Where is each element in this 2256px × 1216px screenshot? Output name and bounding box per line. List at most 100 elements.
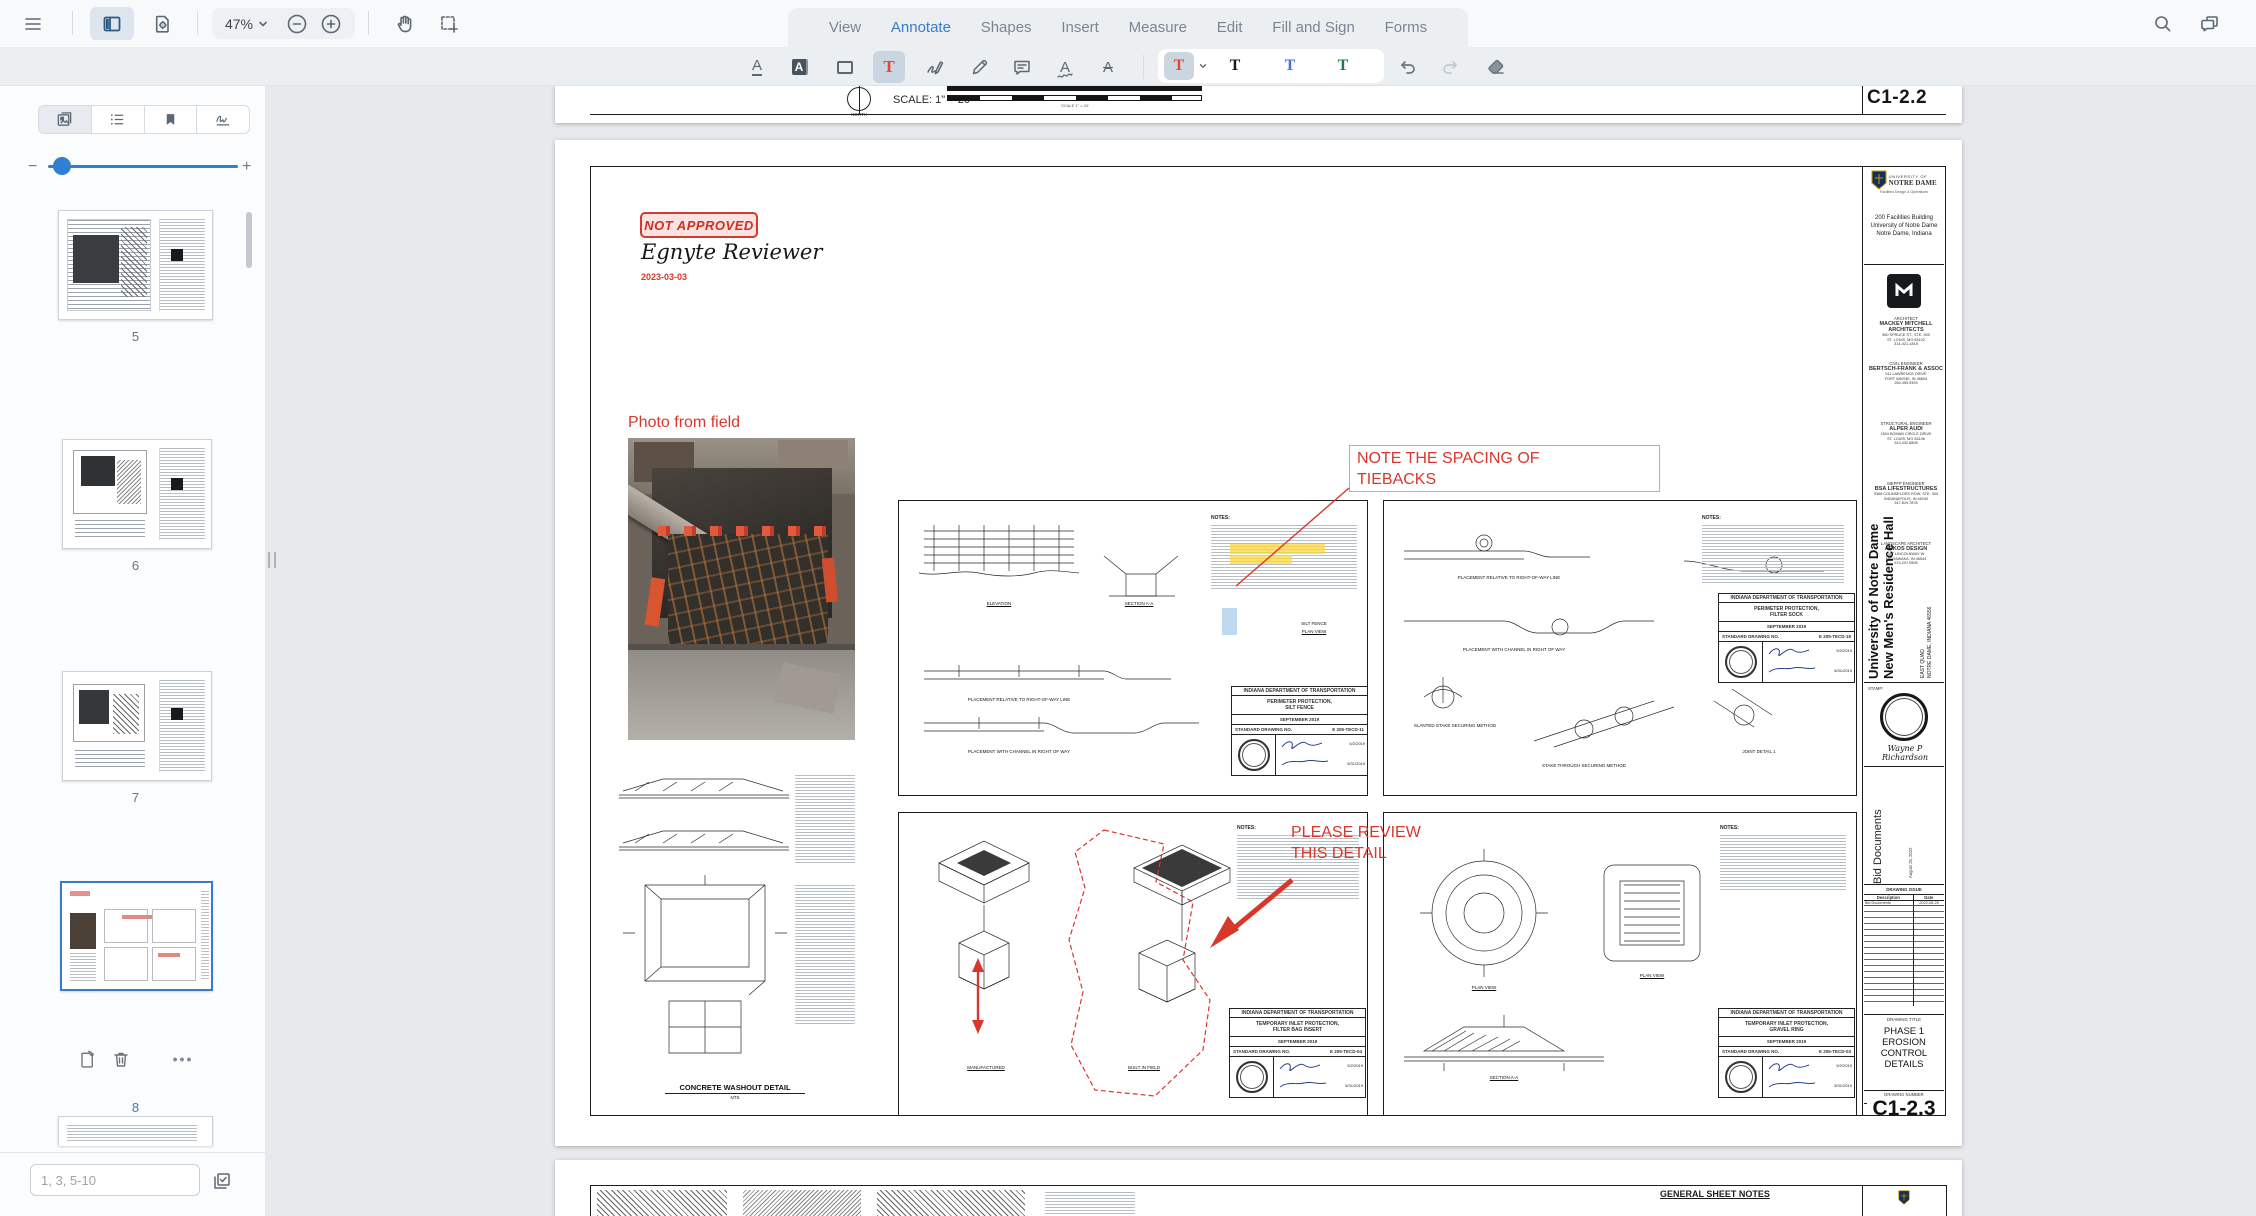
architect-logo — [1864, 274, 1944, 308]
project-title-vertical: University of Notre Dame New Men's Resid… — [1866, 513, 1896, 679]
indot-title-block: INDIANA DEPARTMENT OF TRANSPORTATION PER… — [1718, 593, 1855, 683]
slider-knob[interactable] — [53, 157, 71, 175]
firm-address: 960 SPRUCE ST., STE. 500 ST. LOUIS, MO 6… — [1868, 333, 1944, 347]
text-color-black-icon: T — [1230, 57, 1241, 75]
tab-insert[interactable]: Insert — [1061, 19, 1099, 36]
chevron-down-icon — [1198, 61, 1208, 71]
indot-std-label: STANDARD DRAWING NO. — [1233, 1049, 1290, 1054]
issue-phase-vertical: Bid Documents — [1872, 804, 1884, 884]
thumbnail-page-7[interactable] — [62, 671, 212, 781]
redo-button[interactable] — [1436, 53, 1464, 81]
tab-view[interactable]: View — [829, 19, 861, 36]
select-pages-button[interactable] — [207, 1166, 237, 1196]
sidebar-toggle-button[interactable] — [90, 7, 134, 40]
marquee-select-button[interactable] — [434, 9, 464, 39]
nd-logo-block: UNIVERSITY OF NOTRE DAME Facilities Desi… — [1864, 170, 1944, 194]
scale-bar-heavy — [947, 86, 1202, 91]
tab-outline[interactable] — [92, 106, 145, 133]
undo-button[interactable] — [1394, 53, 1422, 81]
detail-notes-lines — [1045, 1192, 1135, 1214]
tab-annotate[interactable]: Annotate — [891, 19, 951, 36]
marquee-select-icon — [439, 14, 459, 34]
not-approved-stamp[interactable]: NOT APPROVED — [640, 212, 758, 238]
drawing-title-line4: DETAILS — [1864, 1059, 1944, 1070]
firm-name: MACKEY MITCHELL ARCHITECTS — [1868, 321, 1944, 333]
notes-label: NOTES: — [1211, 515, 1230, 521]
free-text-icon: T — [883, 57, 894, 77]
squiggly-underline-tool[interactable]: A — [1051, 53, 1079, 81]
free-text-tool-active[interactable]: T — [873, 51, 905, 83]
menu-button[interactable] — [20, 11, 46, 37]
signature-tool[interactable] — [921, 53, 949, 81]
indot-signatures: 5/2/2019 5/31/2019 — [1276, 735, 1367, 775]
tiebacks-note-annotation[interactable]: NOTE THE SPACING OF TIEBACKS — [1349, 445, 1660, 492]
text-color-red-selected[interactable]: T — [1164, 52, 1194, 80]
firm-address: 511 LAWRENCE DRIVE FORT WAYNE, IN 46804 … — [1868, 372, 1944, 386]
zoom-level-value: 47% — [225, 16, 253, 32]
thumbnail-size-decrease[interactable]: − — [28, 158, 37, 176]
pencil-tool[interactable] — [966, 53, 994, 81]
tiebacks-note-line2: TIEBACKS — [1357, 469, 1652, 490]
tab-measure[interactable]: Measure — [1129, 19, 1187, 36]
comment-tool[interactable] — [1008, 53, 1036, 81]
eraser-button[interactable] — [1482, 53, 1510, 81]
delete-page-button[interactable] — [108, 1046, 134, 1072]
thumbnail-size-increase[interactable]: + — [242, 158, 251, 176]
comments-panel-button[interactable] — [2195, 9, 2225, 39]
more-actions-button[interactable]: ••• — [168, 1046, 198, 1072]
review-note-annotation[interactable]: PLEASE REVIEW THIS DETAIL — [1291, 822, 1461, 868]
detail-hatch-2 — [743, 1190, 861, 1216]
page-label-8: 8 — [58, 1100, 213, 1115]
thumbnail-page-5[interactable] — [58, 210, 213, 320]
field-photo[interactable] — [628, 438, 855, 740]
text-color-blue[interactable]: T — [1276, 52, 1304, 80]
page-settings-button[interactable] — [148, 9, 178, 39]
zoom-in-button[interactable] — [318, 11, 344, 37]
sheet-c1-2-2-partial: NORTH SCALE: 1" = 20' SCALE 1" = 20' C1-… — [555, 86, 1962, 123]
strikethrough-tool[interactable]: A — [1094, 53, 1122, 81]
title-block: UNIVERSITY OF NOTRE DAME Facilities Desi… — [1864, 166, 1944, 1116]
highlight-text-tool[interactable]: A — [786, 53, 814, 81]
drawing-issue-table: Description Date Bid Documents 2022-08-2… — [1864, 894, 1944, 1010]
indot-title-2: FILTER BAG INSERT — [1273, 1027, 1322, 1033]
sig-date-1: 5/2/2019 — [1836, 648, 1852, 653]
review-date[interactable]: 2023-03-03 — [641, 272, 687, 282]
tab-page-thumbnails[interactable] — [39, 106, 92, 133]
rectangle-tool[interactable] — [831, 53, 859, 81]
thumbnail-partial[interactable] — [58, 1116, 213, 1146]
text-color-black[interactable]: T — [1221, 52, 1249, 80]
search-button[interactable] — [2148, 9, 2178, 39]
silt-fence-label: SILT FENCE — [1289, 621, 1339, 626]
tab-shapes[interactable]: Shapes — [981, 19, 1032, 36]
sidebar-footer-divider — [0, 1152, 265, 1153]
sidebar-resize-handle[interactable] — [268, 552, 276, 568]
ellipsis-icon: ••• — [173, 1051, 194, 1067]
built-in-field-label: BUILT IN FIELD — [1099, 1065, 1189, 1070]
sidebar-scrollbar[interactable] — [246, 212, 252, 268]
zoom-level-dropdown[interactable]: 47% — [218, 8, 276, 39]
drawing-title-line1: PHASE 1 — [1864, 1026, 1944, 1037]
pan-tool-button[interactable] — [390, 9, 420, 39]
zoom-in-icon — [320, 13, 342, 35]
reviewer-signature[interactable]: Egnyte Reviewer — [641, 240, 822, 264]
photo-from-field-label[interactable]: Photo from field — [628, 414, 740, 432]
thumbnail-page-8-selected[interactable] — [60, 881, 213, 991]
north-label: NORTH — [843, 112, 875, 117]
tab-forms[interactable]: Forms — [1385, 19, 1428, 36]
page-range-input[interactable] — [30, 1164, 200, 1196]
thumbnail-page-6[interactable] — [62, 439, 212, 549]
text-color-dropdown[interactable] — [1196, 58, 1210, 74]
divider — [368, 11, 369, 35]
notes-label: NOTES: — [1237, 825, 1256, 831]
text-color-green[interactable]: T — [1329, 52, 1357, 80]
underline-text-tool[interactable]: A — [743, 53, 771, 81]
tab-edit[interactable]: Edit — [1217, 19, 1243, 36]
tab-fill-and-sign[interactable]: Fill and Sign — [1272, 19, 1355, 36]
tab-bookmarks[interactable] — [145, 106, 198, 133]
tab-signatures[interactable] — [197, 106, 249, 133]
rotate-page-button[interactable] — [74, 1046, 100, 1072]
select-pages-icon — [211, 1170, 233, 1192]
thumbnail-size-slider[interactable] — [48, 165, 238, 168]
zoom-out-button[interactable] — [284, 11, 310, 37]
drawing-issue-title: DRAWING ISSUE — [1864, 887, 1944, 892]
